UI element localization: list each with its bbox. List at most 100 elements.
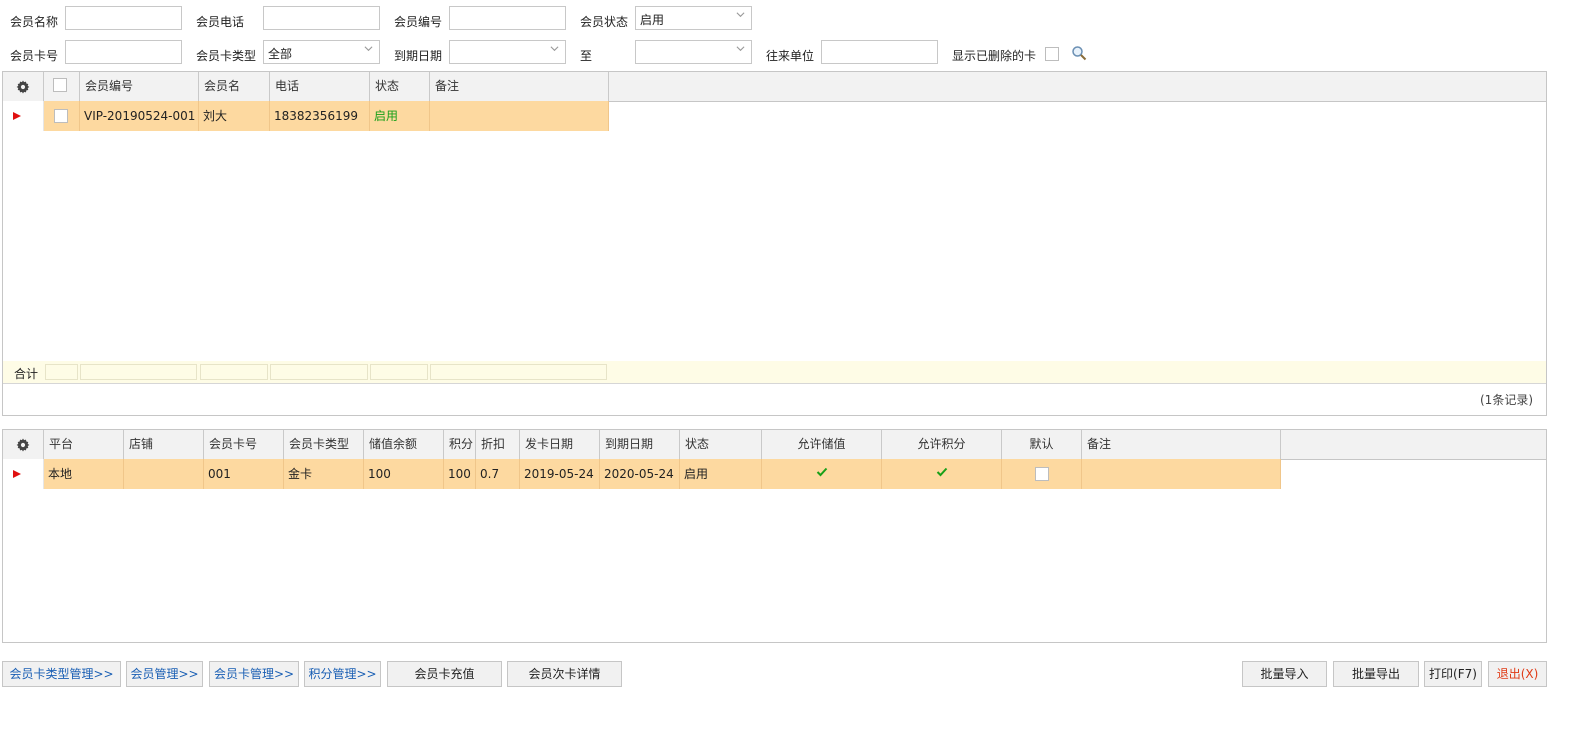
cards-grid-header: 平台 店铺 会员卡号 会员卡类型 储值余额 积分 折扣 发卡日期 到期日期 状态…: [3, 430, 1546, 460]
cell-allow-store: [762, 459, 882, 489]
col-card-type[interactable]: 会员卡类型: [284, 430, 364, 459]
cell-status: 启用: [680, 459, 762, 489]
cell-status: 启用: [370, 101, 430, 131]
chevron-down-icon: [736, 46, 745, 52]
default-checkbox[interactable]: [1035, 467, 1049, 481]
column-settings-gear[interactable]: [3, 72, 44, 101]
column-settings-gear[interactable]: [3, 430, 44, 459]
total-label: 合计: [14, 367, 39, 381]
cards-grid: 平台 店铺 会员卡号 会员卡类型 储值余额 积分 折扣 发卡日期 到期日期 状态…: [2, 429, 1547, 643]
total-cell: [80, 364, 197, 380]
card-no-input[interactable]: [65, 40, 182, 64]
col-points[interactable]: 积分: [444, 430, 476, 459]
exit-button[interactable]: 退出(X): [1488, 661, 1547, 687]
table-row[interactable]: 本地 001 金卡 100 100 0.7 2019-05-24 2020-05…: [3, 459, 1546, 489]
col-balance[interactable]: 储值余额: [364, 430, 444, 459]
record-count: (1条记录): [1480, 393, 1533, 407]
expire-date-to-select[interactable]: [635, 40, 752, 64]
current-row-arrow-icon: [13, 470, 21, 478]
col-member-no[interactable]: 会员编号: [80, 72, 199, 101]
col-status[interactable]: 状态: [680, 430, 762, 459]
card-type-label: 会员卡类型: [196, 49, 257, 63]
checkmark-icon: [936, 467, 947, 476]
card-mgmt-button[interactable]: 会员卡管理>>: [209, 661, 299, 687]
show-deleted-checkbox[interactable]: [1045, 47, 1059, 61]
col-member-name[interactable]: 会员名: [199, 72, 270, 101]
cell-balance: 100: [364, 459, 444, 489]
search-icon[interactable]: [1071, 45, 1087, 61]
cell-expire-date: 2020-05-24: [600, 459, 680, 489]
partner-input[interactable]: [821, 40, 938, 64]
card-type-select[interactable]: 全部: [263, 40, 380, 64]
total-cell: [430, 364, 607, 380]
times-card-detail-button[interactable]: 会员次卡详情: [507, 661, 622, 687]
row-checkbox[interactable]: [54, 109, 68, 123]
batch-import-button[interactable]: 批量导入: [1242, 661, 1327, 687]
member-name-label: 会员名称: [10, 15, 59, 29]
total-cell: [270, 364, 368, 380]
row-select-cell: [44, 101, 80, 131]
member-status-label: 会员状态: [580, 15, 629, 29]
col-remark[interactable]: 备注: [430, 72, 609, 101]
member-phone-input[interactable]: [263, 6, 380, 30]
chevron-down-icon: [736, 12, 745, 18]
total-cell: [370, 364, 428, 380]
col-status[interactable]: 状态: [370, 72, 430, 101]
cell-points: 100: [444, 459, 476, 489]
current-row-arrow-icon: [13, 112, 21, 120]
show-deleted-label: 显示已删除的卡: [952, 49, 1037, 63]
cell-card-type: 金卡: [284, 459, 364, 489]
cell-platform: 本地: [44, 459, 124, 489]
card-recharge-button[interactable]: 会员卡充值: [387, 661, 502, 687]
members-grid: 会员编号 会员名 电话 状态 备注 VIP-20190524-001 刘大 18…: [2, 71, 1547, 416]
card-type-mgmt-button[interactable]: 会员卡类型管理>>: [2, 661, 121, 687]
total-cell: [45, 364, 78, 380]
chevron-down-icon: [364, 46, 373, 52]
select-all-checkbox[interactable]: [53, 78, 67, 92]
cell-issue-date: 2019-05-24: [520, 459, 600, 489]
cell-remark: [430, 101, 609, 131]
cell-allow-points: [882, 459, 1002, 489]
card-type-value: 全部: [268, 47, 293, 61]
row-indicator: [3, 101, 44, 131]
cell-member-name: 刘大: [199, 101, 270, 131]
col-discount[interactable]: 折扣: [476, 430, 520, 459]
select-all-cell: [44, 72, 80, 101]
cell-phone: 18382356199: [270, 101, 370, 131]
member-no-label: 会员编号: [394, 15, 443, 29]
card-no-label: 会员卡号: [10, 49, 59, 63]
points-mgmt-button[interactable]: 积分管理>>: [304, 661, 381, 687]
cell-card-no: 001: [204, 459, 284, 489]
expire-date-from-select[interactable]: [449, 40, 566, 64]
expire-date-label: 到期日期: [394, 49, 443, 63]
member-no-input[interactable]: [449, 6, 566, 30]
partner-label: 往来单位: [766, 49, 815, 63]
member-name-input[interactable]: [65, 6, 182, 30]
col-shop[interactable]: 店铺: [124, 430, 204, 459]
col-remark[interactable]: 备注: [1082, 430, 1281, 459]
cell-shop: [124, 459, 204, 489]
member-phone-label: 会员电话: [196, 15, 245, 29]
row-indicator: [3, 459, 44, 489]
cell-remark: [1082, 459, 1281, 489]
col-issue-date[interactable]: 发卡日期: [520, 430, 600, 459]
member-status-select[interactable]: 启用: [635, 6, 752, 30]
col-card-no[interactable]: 会员卡号: [204, 430, 284, 459]
col-platform[interactable]: 平台: [44, 430, 124, 459]
total-cell: [200, 364, 268, 380]
chevron-down-icon: [550, 46, 559, 52]
col-default[interactable]: 默认: [1002, 430, 1082, 459]
table-row[interactable]: VIP-20190524-001 刘大 18382356199 启用: [3, 101, 1546, 131]
to-label: 至: [580, 49, 593, 63]
total-row: 合计: [3, 361, 1546, 383]
cell-discount: 0.7: [476, 459, 520, 489]
members-grid-header: 会员编号 会员名 电话 状态 备注: [3, 72, 1546, 102]
member-status-value: 启用: [640, 13, 665, 27]
print-button[interactable]: 打印(F7): [1424, 661, 1482, 687]
member-mgmt-button[interactable]: 会员管理>>: [126, 661, 203, 687]
col-phone[interactable]: 电话: [270, 72, 370, 101]
col-expire-date[interactable]: 到期日期: [600, 430, 680, 459]
col-allow-store[interactable]: 允许储值: [762, 430, 882, 459]
batch-export-button[interactable]: 批量导出: [1333, 661, 1419, 687]
col-allow-points[interactable]: 允许积分: [882, 430, 1002, 459]
